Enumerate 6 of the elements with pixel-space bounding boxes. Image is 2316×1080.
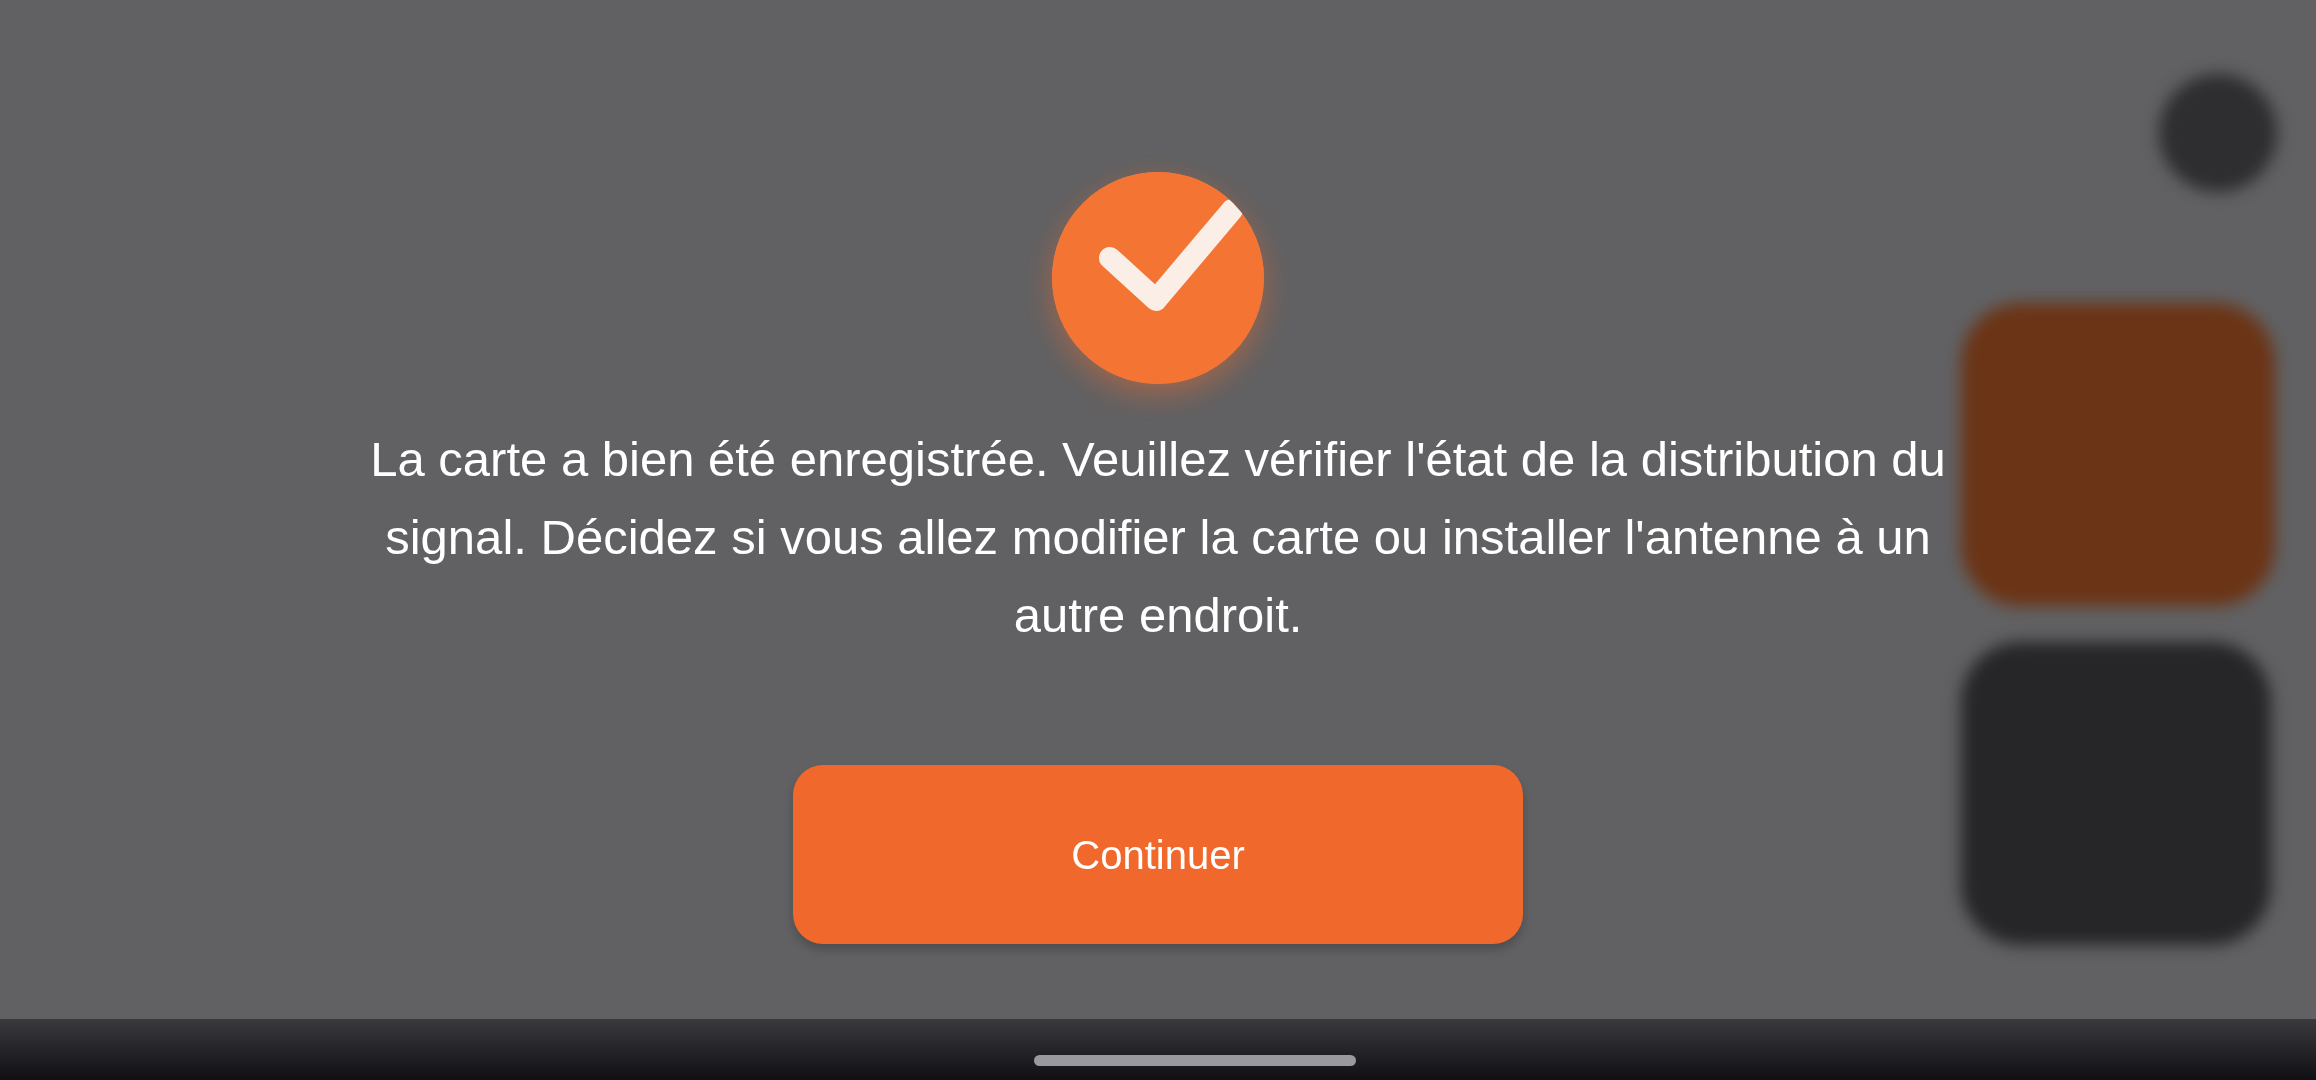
tile-button[interactable] <box>1961 642 2271 945</box>
check-icon <box>1052 172 1264 384</box>
round-button[interactable] <box>2159 74 2277 192</box>
tile-button[interactable] <box>1961 303 2275 606</box>
continue-button[interactable]: Continuer <box>793 765 1523 944</box>
message-text: La carte a bien été enregistrée. Veuillez vérifier l'état de la distribution du signal. Décidez si vous allez modifier la carte ou installer l'antenne à un autre endroit. <box>369 431 1947 644</box>
